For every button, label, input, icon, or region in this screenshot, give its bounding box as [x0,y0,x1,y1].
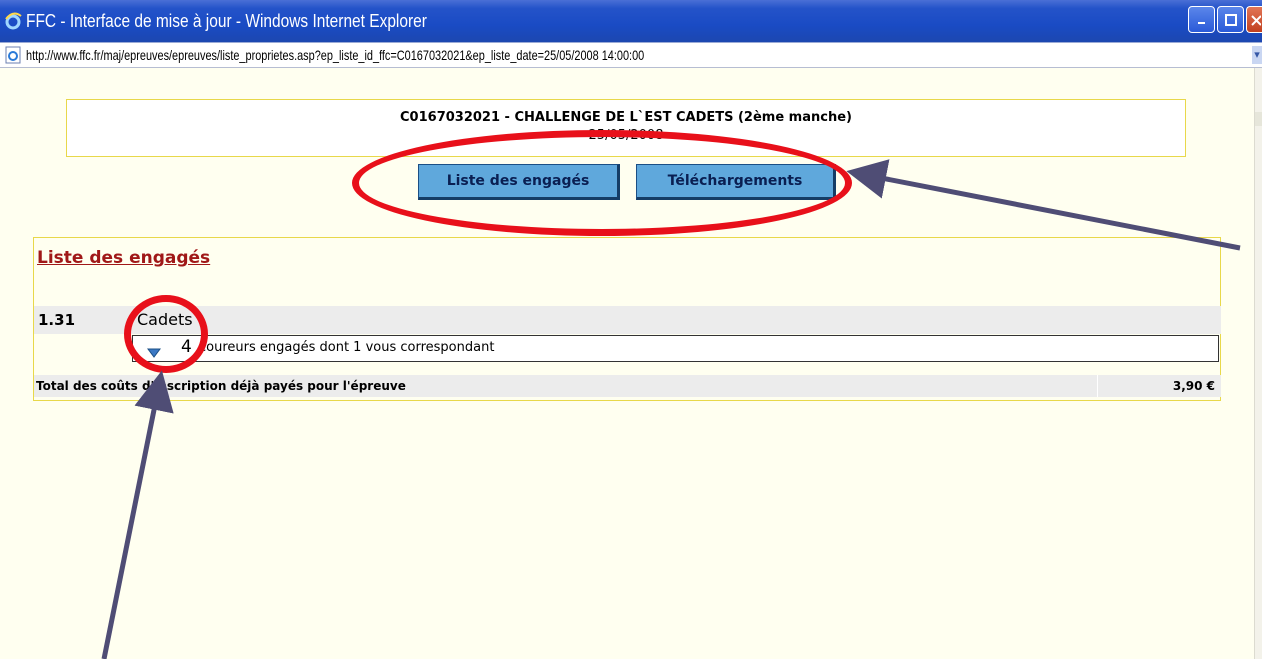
event-title: C0167032021 - CHALLENGE DE L`EST CADETS … [400,110,852,125]
window-title: FFC - Interface de mise à jour - Windows… [26,10,427,31]
category-code: 1.31 [38,311,76,329]
engages-panel: Liste des engagés 1.31 Cadets 4 coureurs… [33,237,1221,401]
runners-text: coureurs engagés dont 1 vous corresponda… [199,340,495,355]
total-row: Total des coûts d'inscription déjà payés… [34,375,1221,397]
category-row: 1.31 Cadets [34,306,1221,334]
annotation-circle [124,295,208,373]
window-controls [1188,6,1262,33]
total-value: 3,90 € [1172,379,1215,393]
maximize-button[interactable] [1217,6,1244,33]
ie-icon [4,12,22,30]
total-label: Total des coûts d'inscription déjà payés… [36,379,406,393]
annotation-ellipse [352,130,852,236]
scroll-up-button[interactable] [1255,112,1262,126]
chevron-down-icon[interactable]: ▾ [1252,46,1262,64]
minimize-icon [1197,21,1205,24]
maximize-icon [1224,13,1237,26]
address-input[interactable]: http://www.ffc.fr/maj/epreuves/epreuves/… [26,47,644,63]
minimize-button[interactable] [1188,6,1215,33]
close-button[interactable] [1246,6,1262,33]
panel-title: Liste des engagés [37,248,211,268]
title-bar: FFC - Interface de mise à jour - Windows… [0,0,1262,42]
page-icon [4,46,22,64]
address-bar: http://www.ffc.fr/maj/epreuves/epreuves/… [0,42,1262,68]
vertical-scrollbar[interactable] [1254,68,1262,659]
close-icon [1250,14,1261,26]
runners-row: 4 coureurs engagés dont 1 vous correspon… [132,335,1219,362]
total-separator [1097,375,1098,397]
